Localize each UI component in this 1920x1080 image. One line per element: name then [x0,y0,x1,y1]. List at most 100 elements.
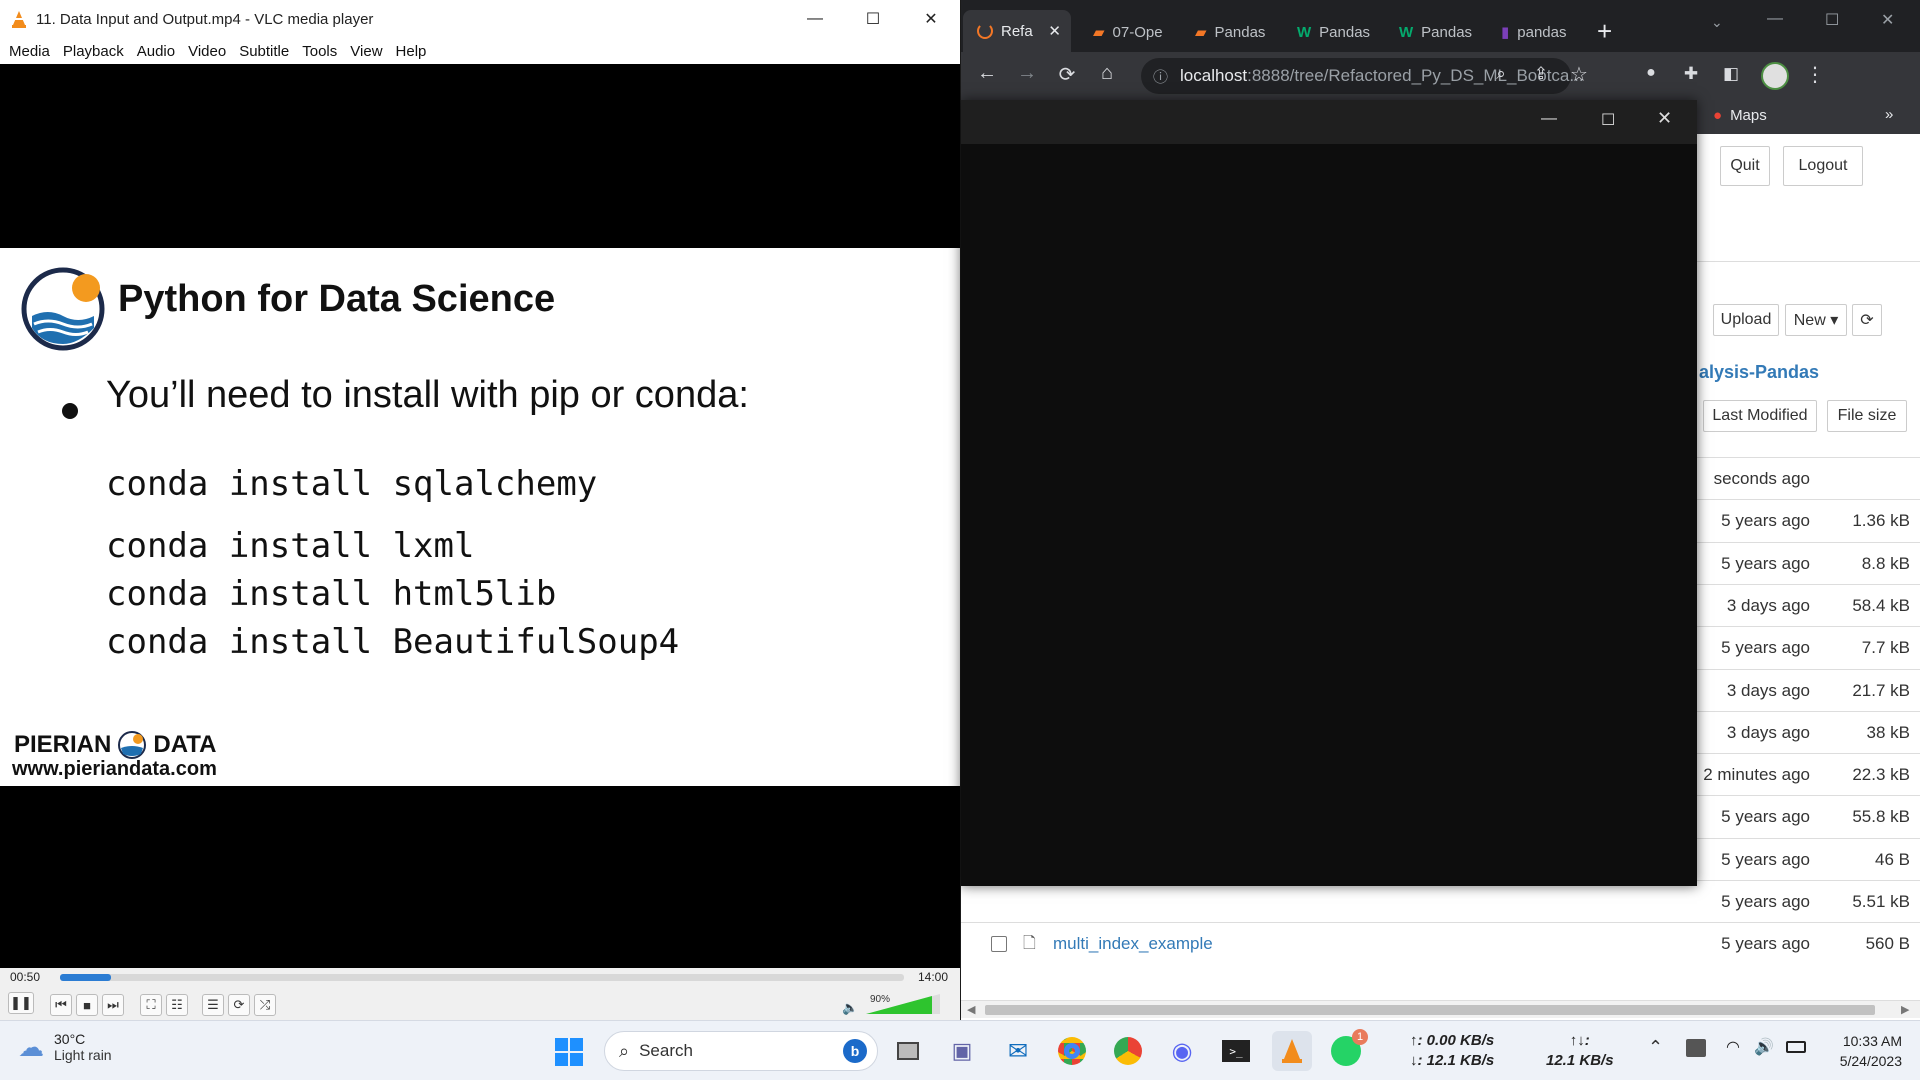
slide-heading: Python for Data Science [118,278,556,320]
volume-slider[interactable] [866,994,940,1014]
loop-button[interactable]: ⟳ [228,994,250,1016]
fullscreen-button[interactable]: ⛶ [140,994,162,1016]
reload-icon[interactable]: ⟳ [1047,62,1087,87]
w3schools-icon: W [1297,23,1312,41]
shuffle-button[interactable]: ⤮ [254,994,276,1016]
side-panel-icon[interactable]: ◧ [1711,64,1751,84]
menu-subtitle[interactable]: Subtitle [239,43,289,60]
extended-settings-button[interactable]: ☷ [166,994,188,1016]
menu-help[interactable]: Help [396,43,427,60]
tab-pandas-1[interactable]: ▰ Pandas [1181,12,1277,52]
taskbar-search[interactable]: ⌕ Search b [604,1031,878,1071]
site-info-icon[interactable]: ⓘ [1153,66,1168,87]
mail-icon[interactable]: ✉ [998,1031,1038,1071]
battery-icon[interactable] [1786,1041,1806,1053]
tab-pandas-docs[interactable]: ▮ pandas [1487,12,1583,52]
scroll-thumb[interactable] [985,1005,1875,1015]
file-name-link[interactable]: multi_index_example [1053,934,1213,954]
file-size: 8.8 kB [1861,553,1910,573]
time-total: 14:00 [918,970,949,984]
clock[interactable]: 10:33 AM 5/24/2023 [1818,1031,1902,1071]
tab-label: 07-Ope [1112,23,1163,41]
next-button[interactable]: ⏭ [102,994,124,1016]
refresh-button[interactable]: ⟳ [1852,304,1882,336]
start-button[interactable] [554,1037,584,1067]
wifi-icon[interactable]: ◠ [1726,1037,1740,1057]
weather-widget[interactable]: ☁ 30°C Light rain [18,1031,112,1063]
chrome-icon[interactable] [1108,1031,1148,1071]
chrome-maximize-button[interactable]: ☐ [1825,10,1839,30]
menu-tools[interactable]: Tools [302,43,337,60]
task-view-icon[interactable] [888,1031,928,1071]
tab-search-icon[interactable]: ⌄ [1711,14,1723,31]
bing-icon: b [843,1039,867,1063]
menu-video[interactable]: Video [188,43,226,60]
new-dropdown-button[interactable]: New ▾ [1785,304,1847,336]
scroll-left-icon[interactable]: ◀ [967,1003,975,1016]
sort-file-size-button[interactable]: File size [1827,400,1907,432]
logout-button[interactable]: Logout [1783,146,1863,186]
brand-url: www.pieriandata.com [12,758,217,780]
blank-window-title-bar: — ☐ ✕ [961,100,1697,144]
extension-icon[interactable]: ● [1631,64,1671,82]
forward-icon[interactable]: → [1007,62,1047,85]
terminal-icon[interactable]: >_ [1216,1031,1256,1071]
horizontal-scrollbar[interactable]: ◀ ▶ [961,1000,1920,1018]
tab-close-icon[interactable]: ✕ [1048,22,1061,40]
file-modified: 3 days ago [1726,680,1810,700]
jupyter-spinner-icon [977,23,993,39]
pause-button[interactable]: ❚❚ [8,992,34,1014]
breadcrumb-folder[interactable]: alysis-Pandas [1699,362,1819,383]
quit-button[interactable]: Quit [1720,146,1770,186]
chrome-menu-icon[interactable]: ⋮ [1795,62,1835,87]
discord-icon[interactable]: ◉ [1162,1031,1202,1071]
speaker-icon[interactable]: 🔊 [1754,1037,1774,1057]
menu-playback[interactable]: Playback [63,43,124,60]
chrome-close-button[interactable]: ✕ [1881,10,1894,30]
share-icon[interactable]: ⇪ [1521,64,1561,84]
volume-icon[interactable]: 🔈 [842,1000,858,1016]
tray-app-icon[interactable] [1686,1039,1706,1057]
taskbar: ☁ 30°C Light rain ⌕ Search b ▣ ✉ ◉ >_ 1 … [0,1020,1920,1080]
file-checkbox[interactable] [991,936,1007,953]
menu-media[interactable]: Media [9,43,50,60]
file-row[interactable]: 5 years ago 5.51 kB [961,880,1920,922]
upload-button[interactable]: Upload [1713,304,1779,336]
bookmark-star-icon[interactable]: ☆ [1559,62,1599,87]
teams-icon[interactable]: ▣ [942,1031,982,1071]
stop-button[interactable]: ■ [76,994,98,1016]
menu-view[interactable]: View [350,43,382,60]
playlist-button[interactable]: ☰ [202,994,224,1016]
tab-pandas-2[interactable]: W Pandas [1283,12,1379,52]
menu-audio[interactable]: Audio [137,43,175,60]
blank-maximize-button[interactable]: ☐ [1601,110,1615,130]
vlc-close-button[interactable]: ✕ [902,0,960,38]
bookmark-maps[interactable]: ● Maps [1713,107,1767,124]
tab-pandas-3[interactable]: W Pandas [1385,12,1481,52]
whatsapp-icon[interactable]: 1 [1326,1029,1368,1071]
blank-minimize-button[interactable]: — [1541,110,1557,128]
vlc-minimize-button[interactable]: — [786,0,844,38]
vlc-taskbar-icon[interactable] [1272,1031,1312,1071]
chrome-profile-icon[interactable] [1052,1031,1092,1071]
seek-bar[interactable] [60,974,904,981]
file-row[interactable]: 🗋 multi_index_example 5 years ago 560 B [961,922,1920,964]
zoom-icon[interactable]: ⌕ [1481,64,1521,84]
chrome-minimize-button[interactable]: — [1767,10,1783,28]
extensions-puzzle-icon[interactable]: ✚ [1671,64,1711,84]
scroll-right-icon[interactable]: ▶ [1901,1003,1909,1016]
new-tab-button[interactable]: + [1597,16,1612,47]
vlc-maximize-button[interactable]: ☐ [844,0,902,38]
blank-close-button[interactable]: ✕ [1657,108,1672,129]
bookmarks-overflow-button[interactable]: » [1885,106,1893,123]
profile-avatar[interactable] [1761,62,1789,90]
sort-last-modified-button[interactable]: Last Modified [1703,400,1817,432]
home-icon[interactable]: ⌂ [1087,62,1127,85]
slide-bullet-text: You’ll need to install with pip or conda… [106,374,749,416]
tab-jupyter-active[interactable]: Refa ✕ [963,10,1071,52]
tray-overflow-icon[interactable]: ⌃ [1648,1037,1663,1058]
tab-notebook[interactable]: ▰ 07-Ope [1079,12,1175,52]
file-size: 38 kB [1866,722,1910,742]
back-icon[interactable]: ← [967,62,1007,85]
previous-button[interactable]: ⏮ [50,994,72,1016]
